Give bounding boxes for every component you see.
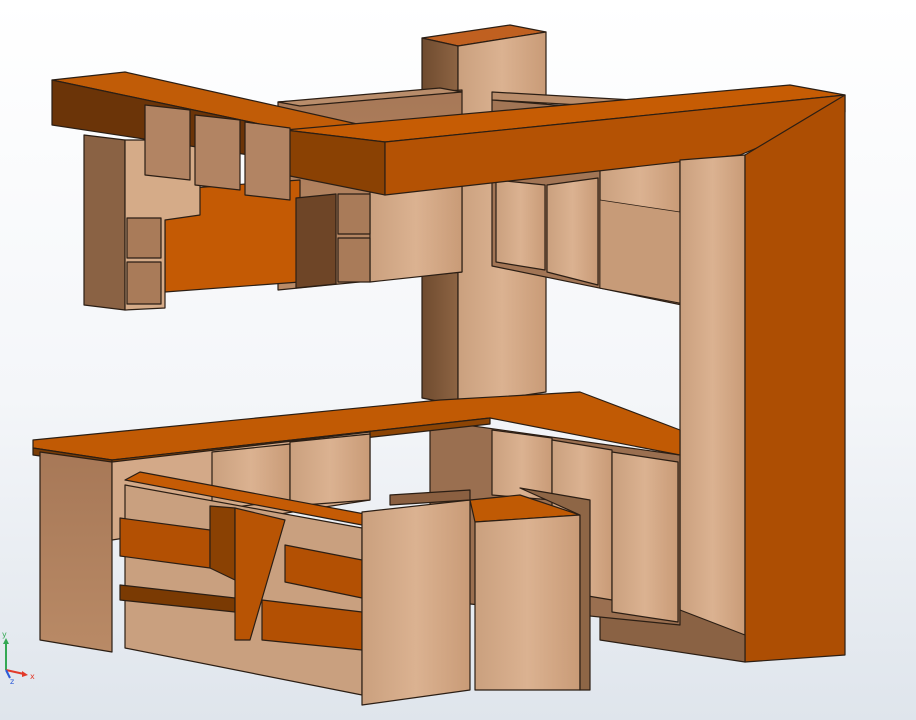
- x-axis-arrow-icon: [22, 671, 28, 677]
- island-unit[interactable]: [119, 471, 591, 706]
- x-axis-label: x: [30, 672, 35, 681]
- kitchen-cabinet-model[interactable]: [0, 0, 916, 720]
- y-axis-label: y: [2, 630, 7, 639]
- z-axis-label: z: [10, 677, 14, 684]
- axis-triad: y x z: [2, 630, 35, 684]
- cad-viewport[interactable]: y x z: [0, 0, 916, 720]
